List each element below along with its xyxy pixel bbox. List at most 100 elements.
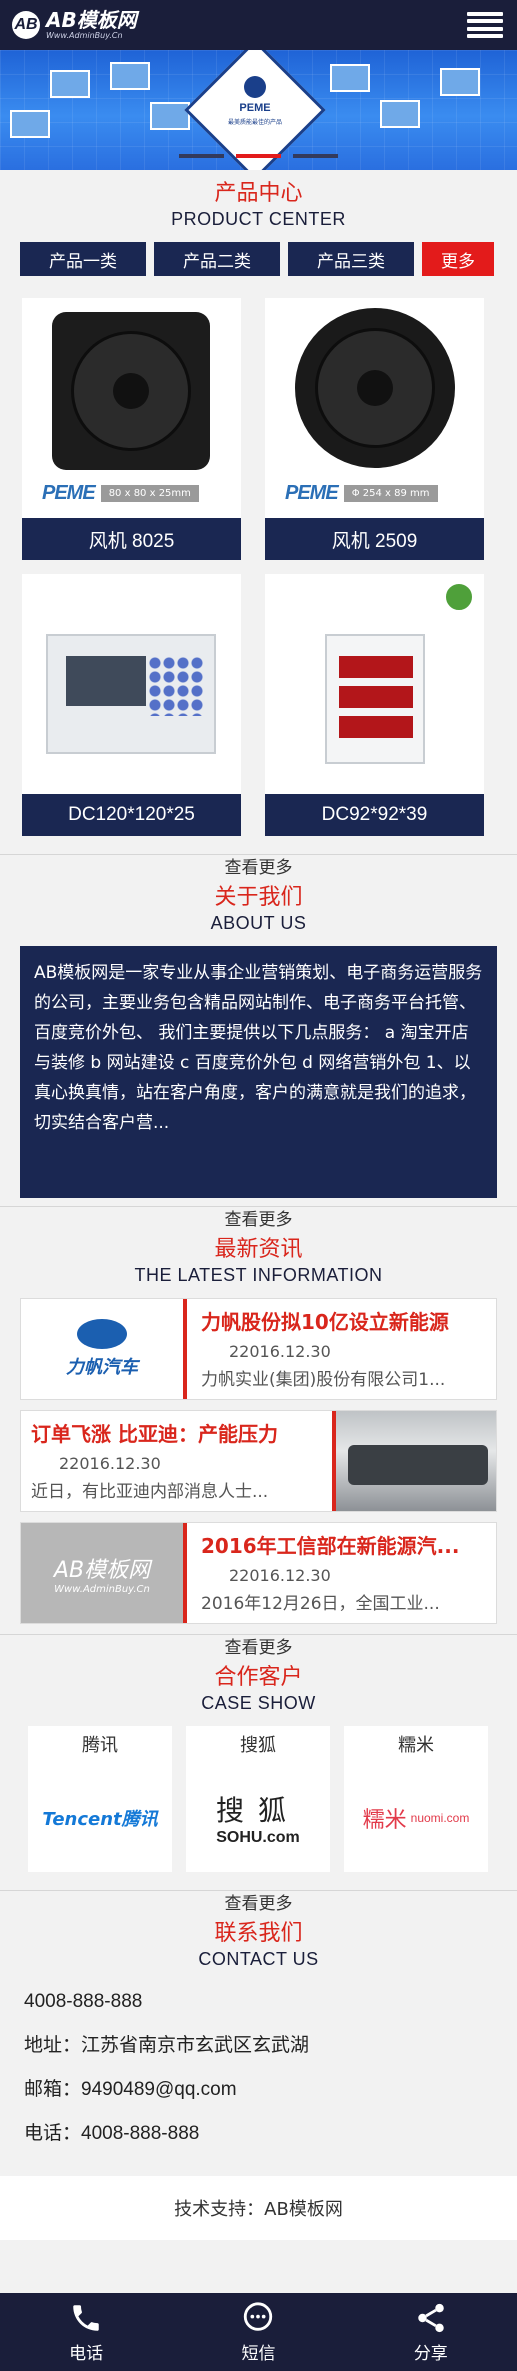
bottom-nav: 电话 短信 分享	[0, 2293, 517, 2371]
about-heading: 关于我们 ABOUT US	[0, 884, 517, 934]
logo-title: AB模板网	[46, 8, 137, 32]
news-see-more-link[interactable]: 查看更多	[0, 1634, 517, 1658]
product-card[interactable]: RK-FPS-SC系列电气火灾监控探测器 DC92*92*39	[265, 574, 484, 836]
product-image: RK-FPS-GA系列电气火灾监控探测器	[22, 574, 241, 794]
news-image-text: 力帆汽车	[66, 1357, 138, 1378]
news-date: 22016.12.30	[229, 1566, 331, 1585]
sohu-logo-icon: 搜狐 SOHU.com	[215, 1794, 300, 1846]
about-see-more-link[interactable]: 查看更多	[0, 1206, 517, 1230]
news-item[interactable]: 订单飞涨 比亚迪：产能压力 22016.12.30 近日，有比亚迪内部消息人士.…	[20, 1410, 497, 1512]
section-title-en: CONTACT US	[198, 1949, 319, 1969]
product-brand: PEME	[285, 481, 339, 504]
product-caption: RK-FPS-SC系列电气火灾监控探测器	[293, 589, 439, 599]
share-icon	[418, 2303, 444, 2332]
logo-subtitle: Www.AdminBuy.Cn	[46, 31, 123, 40]
product-image: PEME 80 x 80 x 25mm	[22, 298, 241, 518]
contact-phone[interactable]: 4008-888-888	[24, 1980, 493, 2024]
product-name: DC120*120*25	[22, 794, 241, 836]
news-item[interactable]: AB模板网 Www.AdminBuy.Cn 2016年工信部在新能源汽... 2…	[20, 1522, 497, 1624]
cases-heading: 合作客户 CASE SHOW	[0, 1664, 517, 1714]
tech-support[interactable]: 技术支持：AB模板网	[0, 2176, 517, 2240]
news-desc: 力帆实业(集团)股份有限公司1...	[201, 1370, 446, 1390]
product-card[interactable]: PEME Φ 254 x 89 mm 风机 2509	[265, 298, 484, 560]
site-logo[interactable]: AB AB模板网 Www.AdminBuy.Cn	[12, 10, 137, 40]
product-image: PEME Φ 254 x 89 mm	[265, 298, 484, 518]
lifan-logo-icon	[77, 1319, 127, 1349]
call-label: 电话	[69, 2343, 104, 2364]
news-thumbnail	[336, 1411, 496, 1511]
product-spec: 80 x 80 x 25mm	[100, 484, 199, 502]
logo-badge: AB	[12, 11, 40, 39]
section-title-en: PRODUCT CENTER	[171, 209, 346, 229]
section-title-cn: 联系我们	[214, 1921, 303, 1946]
section-title-cn: 最新资讯	[214, 1237, 303, 1262]
news-date: 22016.12.30	[229, 1342, 331, 1361]
cases-see-more-link[interactable]: 查看更多	[0, 1890, 517, 1914]
contact-email[interactable]: 邮箱：9490489@qq.com	[24, 2068, 493, 2112]
product-name: DC92*92*39	[265, 794, 484, 836]
contact-address: 地址：江苏省南京市玄武区玄武湖	[24, 2035, 310, 2056]
tab-more[interactable]: 更多	[422, 242, 494, 276]
brand-emblem-icon	[244, 76, 266, 98]
tab-category-1[interactable]: 产品一类	[20, 242, 146, 276]
banner-slogan: 最美质能最佳的产品	[227, 119, 282, 126]
news-title: 2016年工信部在新能源汽...	[201, 1534, 460, 1558]
tab-category-3[interactable]: 产品三类	[288, 242, 414, 276]
bus-image	[348, 1445, 488, 1485]
contact-heading: 联系我们 CONTACT US	[0, 1920, 517, 1970]
quality-seal-icon	[444, 582, 474, 612]
sms-button[interactable]: 短信	[198, 2301, 318, 2364]
news-date: 22016.12.30	[59, 1454, 161, 1473]
contact-info: 4008-888-888 地址：江苏省南京市玄武区玄武湖 邮箱：9490489@…	[0, 1980, 517, 2156]
slide-dot[interactable]	[179, 154, 224, 158]
call-button[interactable]: 电话	[26, 2301, 146, 2364]
news-title: 力帆股份拟10亿设立新能源	[201, 1310, 449, 1334]
tencent-logo-icon: Tencent腾讯	[42, 1809, 158, 1830]
contact-tel[interactable]: 电话：4008-888-888	[24, 2112, 493, 2156]
fan-icon	[52, 312, 210, 470]
news-desc: 近日，有比亚迪内部消息人士...	[31, 1482, 269, 1502]
news-image-text: AB模板网	[53, 1557, 151, 1583]
section-title-cn: 关于我们	[214, 885, 303, 910]
section-title-cn: 合作客户	[214, 1665, 303, 1690]
section-title-en: ABOUT US	[210, 913, 307, 933]
product-grid: PEME 80 x 80 x 25mm 风机 8025 PEME Φ 254 x…	[0, 298, 517, 836]
product-caption: RK-FPS-GA系列电气火灾监控探测器	[50, 589, 197, 599]
news-title: 订单飞涨 比亚迪：产能压力	[31, 1422, 278, 1446]
sms-label: 短信	[241, 2343, 276, 2364]
product-name: 风机 8025	[22, 518, 241, 560]
case-list: 腾讯 Tencent腾讯 搜狐 搜狐 SOHU.com 糯米 糯米 nuomi.…	[0, 1726, 517, 1872]
top-header: AB AB模板网 Www.AdminBuy.Cn	[0, 0, 517, 50]
news-thumbnail: 力帆汽车	[21, 1299, 183, 1399]
section-title-en: CASE SHOW	[201, 1693, 316, 1713]
case-name: 腾讯	[82, 1735, 118, 1756]
phone-icon	[73, 2304, 99, 2331]
slide-dot-active[interactable]	[236, 154, 281, 158]
product-image: RK-FPS-SC系列电气火灾监控探测器	[265, 574, 484, 794]
news-heading: 最新资讯 THE LATEST INFORMATION	[0, 1236, 517, 1286]
case-card[interactable]: 搜狐 搜狐 SOHU.com	[186, 1726, 330, 1872]
case-card[interactable]: 糯米 糯米 nuomi.com	[344, 1726, 488, 1872]
message-icon	[244, 2301, 273, 2331]
product-tabs: 产品一类 产品二类 产品三类 更多	[0, 242, 517, 276]
section-title-cn: 产品中心	[214, 181, 303, 206]
tab-category-2[interactable]: 产品二类	[154, 242, 280, 276]
product-brand: PEME	[42, 481, 96, 504]
product-spec: Φ 254 x 89 mm	[343, 484, 438, 502]
news-list: 力帆汽车 力帆股份拟10亿设立新能源 22016.12.30 力帆实业(集团)股…	[0, 1298, 517, 1624]
news-desc: 2016年12月26日，全国工业...	[201, 1594, 440, 1614]
hero-banner[interactable]: PEME 最美质能最佳的产品	[0, 50, 517, 170]
news-image-subtext: Www.AdminBuy.Cn	[54, 1583, 150, 1595]
banner-brand: PEME	[239, 102, 271, 114]
slide-dot[interactable]	[293, 154, 338, 158]
hamburger-menu-icon[interactable]	[467, 10, 503, 40]
products-see-more-link[interactable]: 查看更多	[0, 854, 517, 878]
product-name: 风机 2509	[265, 518, 484, 560]
product-card[interactable]: PEME 80 x 80 x 25mm 风机 8025	[22, 298, 241, 560]
case-card[interactable]: 腾讯 Tencent腾讯	[28, 1726, 172, 1872]
product-card[interactable]: RK-FPS-GA系列电气火灾监控探测器 DC120*120*25	[22, 574, 241, 836]
share-label: 分享	[413, 2343, 448, 2364]
nuomi-logo-icon: 糯米 nuomi.com	[362, 1808, 470, 1833]
share-button[interactable]: 分享	[371, 2301, 491, 2364]
news-item[interactable]: 力帆汽车 力帆股份拟10亿设立新能源 22016.12.30 力帆实业(集团)股…	[20, 1298, 497, 1400]
